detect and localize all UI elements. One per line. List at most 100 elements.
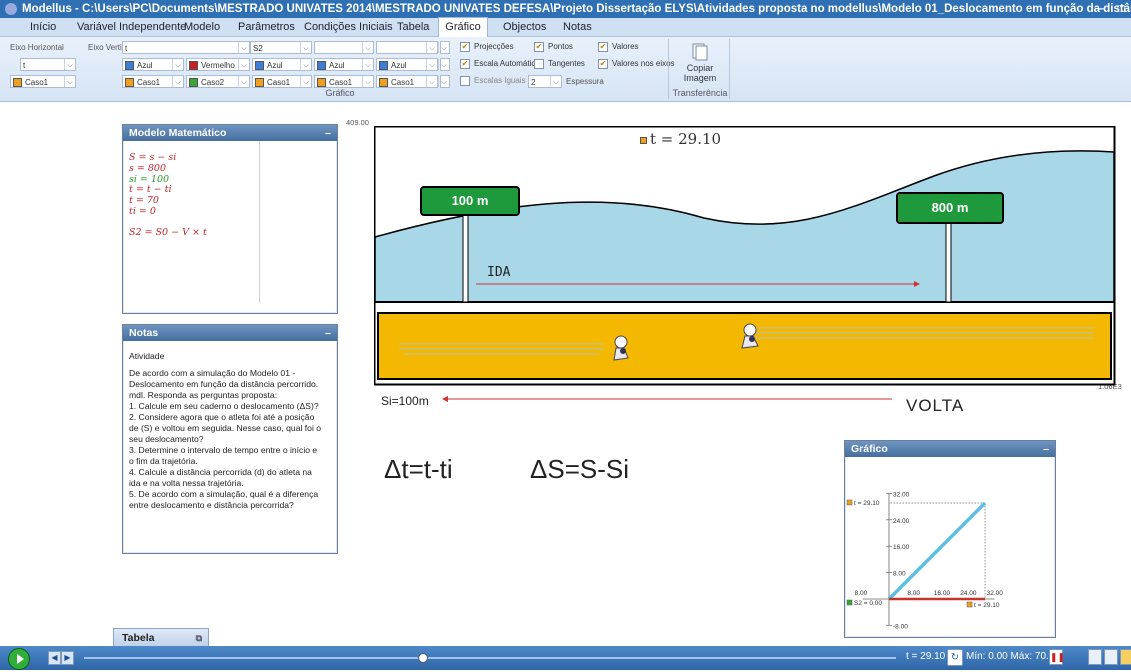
menu-inicio[interactable]: Início [30,18,56,36]
notas-line: Deslocamento em função da distância perc… [129,379,319,389]
ida-label: IDA [487,265,511,280]
color-swatch [125,61,134,71]
ribbon-divider [729,39,730,99]
y-tick-label: -8.00 [893,623,908,630]
notas-text-area[interactable]: Atividade De acordo com a simulação do M… [123,341,337,515]
equation-line[interactable]: S2 = S0 − V × t [129,227,259,239]
menu-tabela[interactable]: Tabela [397,18,429,36]
t-value-display[interactable]: t = 29.10 [640,130,721,148]
menu-parametros[interactable]: Parâmetros [238,18,295,36]
s2-value-label: S2 = 0.00 [854,600,882,607]
tangentes-checkbox[interactable]: Tangentes [534,58,585,70]
notas-panel-header[interactable]: Notas – [123,325,337,341]
minimize-icon[interactable]: – [325,325,331,341]
chevron-down-icon: ⌵ [172,76,183,87]
modelo-panel-header[interactable]: Modelo Matemático – [123,125,337,141]
ribbon: Eixo Horizontal Eixo Vertical: t ⌵ S2 ⌵ ⌵ … [0,37,1131,102]
time-slider-track[interactable] [84,657,896,659]
eixo-vertical-select[interactable]: t ⌵ [122,41,250,54]
menu-objectos[interactable]: Objectos [503,18,546,36]
modelo-equations[interactable]: S = s − si s = 800 si = 100 t = t − ti t… [123,141,260,303]
y-tick-label: 32.00 [893,491,910,498]
runner-icon[interactable] [608,334,634,364]
minimize-button[interactable]: – [1092,0,1110,18]
case-select-4[interactable]: Caso1 ⌵ [252,75,312,88]
color-select-5[interactable]: Azul ⌵ [376,58,438,71]
workspace: Modelo Matemático – S = s − si s = 800 si… [0,102,1131,646]
menu-variavel-independente[interactable]: Variável Independente [77,18,186,36]
notas-panel: Notas – Atividade De acordo com a simulaç… [122,324,338,554]
projeccoes-checkbox[interactable]: ✔ Projecções [460,41,514,53]
color-select-4-value: Azul [329,61,345,70]
ribbon-divider [668,39,669,99]
case-select-1[interactable]: Caso1 ⌵ [10,75,76,88]
grafico-panel-header[interactable]: Gráfico – [845,441,1055,457]
color-select-2[interactable]: Vermelho ⌵ [186,58,250,71]
eixo-horizontal-select[interactable]: t ⌵ [20,58,76,71]
menu-modelo[interactable]: Modelo [184,18,220,36]
escala-automatica-checkbox[interactable]: ✔ Escala Automática [460,58,540,70]
series-select-2[interactable]: ⌵ [314,41,374,54]
case-select-6[interactable]: Caso1 ⌵ [376,75,438,88]
case-select-5[interactable]: Caso1 ⌵ [314,75,374,88]
view-button-1[interactable] [1088,649,1102,665]
case-select-3[interactable]: Caso2 ⌵ [186,75,250,88]
valores-checkbox[interactable]: ✔ Valores [598,41,639,53]
projeccoes-label: Projecções [474,42,514,51]
series-select-4[interactable]: ⌵ [438,41,450,54]
color-select-1[interactable]: Azul ⌵ [122,58,184,71]
y-tick-label: 24.00 [893,518,910,525]
minimize-icon[interactable]: – [1043,441,1049,457]
reset-button[interactable]: ↻ [947,649,963,666]
s2-marker [846,599,853,606]
step-back-button[interactable]: ◀ [48,651,61,665]
minimize-icon[interactable]: – [325,125,331,141]
chevron-down-icon: ⌵ [238,42,249,53]
valores-eixos-checkbox[interactable]: ✔ Valores nos eixos [598,58,675,70]
case-select-7[interactable]: ⌵ [438,75,450,88]
series-select-3[interactable]: ⌵ [376,41,438,54]
play-button[interactable] [8,648,30,670]
copiar-imagem-button[interactable]: Copiar Imagem [674,39,726,85]
case-select-1-value: Caso1 [25,78,49,87]
copy-image-icon [692,43,708,61]
notas-line: entre deslocamento e distância percorrid… [129,500,294,510]
time-slider-thumb[interactable] [418,653,428,663]
equation-line[interactable]: ti = 0 [129,206,259,218]
imagem-label: Imagem [683,73,717,83]
view-button-3[interactable] [1120,649,1131,665]
menu-grafico[interactable]: Gráfico [438,17,488,38]
color-select-4[interactable]: Azul ⌵ [314,58,374,71]
menu-notas[interactable]: Notas [563,18,592,36]
checkbox-checked-icon: ✔ [534,41,544,52]
checkbox-unchecked-icon [460,75,470,86]
escalas-iguais-checkbox[interactable]: Escalas Iguais [460,75,526,87]
graph-canvas[interactable]: 32.00 24.00 16.00 8.00 -8.00 8.00 8.00 16.00 24.… [845,457,1053,635]
equation-line[interactable]: s = 800 [129,163,259,175]
view-button-2[interactable] [1104,649,1118,665]
chevron-down-icon: ⌵ [362,59,373,70]
pontos-checkbox[interactable]: ✔ Pontos [534,41,573,53]
case-select-2[interactable]: Caso1 ⌵ [122,75,184,88]
notas-line: De acordo com a simulação do Modelo 01 - [129,368,296,378]
espessura-select[interactable]: 2 ⌵ [528,75,562,88]
series-select-1[interactable]: S2 ⌵ [250,41,312,54]
restore-icon[interactable]: ⧉ [196,629,202,647]
status-bar: ◀ ▶ t = 29.10 ↻ Mín: 0.00 Máx: 70.00 ❚❚ [0,646,1131,670]
tabela-minimized-panel[interactable]: Tabela ⧉ [113,628,209,646]
chevron-down-icon: ⌵ [238,76,249,87]
volta-label: VOLTA [906,396,965,415]
color-select-3[interactable]: Azul ⌵ [252,58,312,71]
sign-100m[interactable]: 100 m [420,186,520,216]
step-forward-button[interactable]: ▶ [61,651,74,665]
maximize-button[interactable]: □ [1112,0,1130,18]
runner-icon[interactable] [736,322,764,352]
grafico-panel-title: Gráfico [851,443,888,455]
y-tick-label: 16.00 [893,544,910,551]
eixo-horizontal-value: t [23,61,26,70]
menu-condicoes-iniciais[interactable]: Condições Iniciais [304,18,393,36]
sign-800m[interactable]: 800 m [896,192,1004,224]
stop-button[interactable]: ❚❚ [1049,649,1065,665]
color-select-6[interactable]: ⌵ [438,58,450,71]
notas-heading: Atividade [129,351,165,361]
